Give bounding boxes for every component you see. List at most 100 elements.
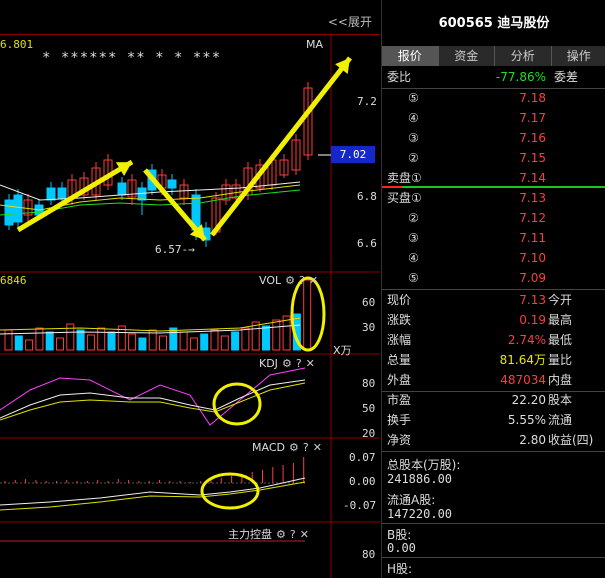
stock-code: 600565	[438, 16, 493, 31]
b-shares-value: 0.00	[387, 541, 416, 555]
help-icon[interactable]: ?	[290, 528, 296, 541]
buy-level-label: ④	[408, 251, 419, 265]
float-a-value: 147220.00	[387, 507, 453, 521]
help-icon[interactable]: ?	[296, 357, 302, 370]
volume-bar	[262, 325, 270, 351]
sell-level-1[interactable]: 卖盘① 7.14	[382, 168, 605, 188]
stat-label: 涨幅	[387, 333, 412, 347]
quote-panel: 600565 迪马股份 报价 资金 分析 操作 委比 -77.86% 委差 ⑤ …	[381, 0, 605, 578]
buy-level-4[interactable]: ④ 7.10	[382, 248, 605, 268]
macd-axis-label: 0.00	[349, 475, 376, 488]
volume-bar	[76, 329, 85, 351]
stat-row-outer: 外盘 487034 内盘	[382, 370, 605, 390]
stat-value: 2.74%	[507, 333, 546, 347]
float-a-label: 流通A股:	[387, 493, 436, 507]
annotation-arrow	[210, 56, 352, 237]
stock-title: 600565 迪马股份	[382, 12, 605, 31]
buy-price: 7.11	[519, 231, 546, 245]
volume-bar	[97, 327, 106, 351]
kdj-highlight-circle	[212, 382, 262, 426]
macd-axis-label: -0.07	[343, 499, 377, 512]
separator	[382, 523, 605, 524]
stat-row-change: 涨跌 0.19 最高	[382, 310, 605, 330]
tab-quote[interactable]: 报价	[382, 46, 439, 66]
fund-label: 市盈	[387, 393, 412, 407]
close-icon[interactable]: ✕	[306, 357, 315, 370]
low-price-marker: 6.57-→	[155, 243, 195, 256]
kdj-axis-label: 50	[362, 402, 376, 415]
fund-value: 5.55%	[507, 413, 546, 427]
tab-funds[interactable]: 资金	[438, 46, 495, 66]
gear-icon[interactable]: ⚙	[282, 357, 292, 370]
buy-price: 7.10	[519, 251, 546, 265]
volume-bar	[159, 335, 167, 351]
stat-label2: 量比	[548, 353, 573, 367]
fund-value: 22.20	[511, 393, 546, 407]
gear-icon[interactable]: ⚙	[289, 441, 299, 454]
vol-value-label: 6846	[0, 274, 27, 287]
stat-label: 外盘	[387, 373, 412, 387]
quote-tabs: 报价 资金 分析 操作	[382, 46, 605, 66]
stat-label2: 最高	[548, 313, 573, 327]
help-icon[interactable]: ?	[299, 274, 305, 287]
stock-name: 迪马股份	[497, 16, 550, 31]
volume-bar	[86, 334, 95, 351]
price-axis-label: 7.2	[357, 95, 377, 108]
candle-body	[4, 199, 14, 226]
sell-price: 7.18	[519, 91, 546, 105]
close-icon[interactable]: ✕	[300, 528, 309, 541]
sell-level-2[interactable]: ② 7.15	[382, 148, 605, 168]
gear-icon[interactable]: ⚙	[285, 274, 295, 287]
stat-label: 总量	[387, 353, 412, 367]
separator	[382, 451, 605, 452]
total-shares-label: 总股本(万股):	[387, 458, 461, 472]
candle-body	[13, 194, 23, 223]
buy-level-1[interactable]: 买盘① 7.13	[382, 188, 605, 208]
vol-panel-title: VOL ⚙? ✕	[259, 274, 319, 287]
sell-price: 7.15	[519, 151, 546, 165]
stat-value: 7.13	[519, 293, 546, 307]
sell-level-label: 卖盘①	[387, 171, 422, 185]
close-icon[interactable]: ✕	[309, 274, 318, 287]
volume-bar	[241, 327, 250, 351]
expand-button[interactable]: <<展开	[328, 13, 372, 30]
stat-label: 现价	[387, 293, 412, 307]
sell-level-3[interactable]: ③ 7.16	[382, 128, 605, 148]
tab-operation[interactable]: 操作	[551, 46, 605, 66]
macd-dea-line	[0, 481, 306, 511]
buy-level-label: 买盘①	[387, 191, 422, 205]
volume-bar	[107, 331, 116, 351]
buy-level-3[interactable]: ③ 7.11	[382, 228, 605, 248]
fund-row-turnover: 换手 5.55% 流通	[382, 410, 605, 430]
vol-axis-label: 30	[362, 321, 376, 334]
help-icon[interactable]: ?	[303, 441, 309, 454]
fund-label2: 股本	[548, 393, 573, 407]
weicha-label: 委差	[554, 70, 579, 84]
candle-body	[57, 187, 67, 199]
buy-price: 7.09	[519, 271, 546, 285]
volume-bar	[231, 331, 240, 351]
weibi-row: 委比 -77.86% 委差	[382, 67, 605, 87]
kline-chart-canvas[interactable]	[0, 0, 380, 578]
current-price-tag: 7.02	[331, 146, 375, 163]
sell-level-5[interactable]: ⑤ 7.18	[382, 88, 605, 108]
fund-label2: 流通	[548, 413, 573, 427]
chart-top-bar	[0, 10, 380, 35]
fund-label: 换手	[387, 413, 412, 427]
stat-label2: 最低	[548, 333, 573, 347]
fund-label: 净资	[387, 433, 412, 447]
kdj-axis-label: 20	[362, 427, 376, 440]
kline-chart-panel[interactable]: <<展开 6.801 * ****** ** * * *** MA 7.2 7.…	[0, 0, 380, 578]
sell-level-4[interactable]: ④ 7.17	[382, 108, 605, 128]
kdj-panel-title: KDJ ⚙? ✕	[259, 357, 315, 370]
fund-value: 2.80	[519, 433, 546, 447]
buy-level-5[interactable]: ⑤ 7.09	[382, 268, 605, 288]
buy-price: 7.13	[519, 191, 546, 205]
volume-bar	[128, 333, 137, 351]
close-icon[interactable]: ✕	[313, 441, 322, 454]
buy-level-2[interactable]: ② 7.12	[382, 208, 605, 228]
stat-row-change-pct: 涨幅 2.74% 最低	[382, 330, 605, 350]
tab-analysis[interactable]: 分析	[495, 46, 552, 66]
buy-price: 7.12	[519, 211, 546, 225]
gear-icon[interactable]: ⚙	[276, 528, 286, 541]
